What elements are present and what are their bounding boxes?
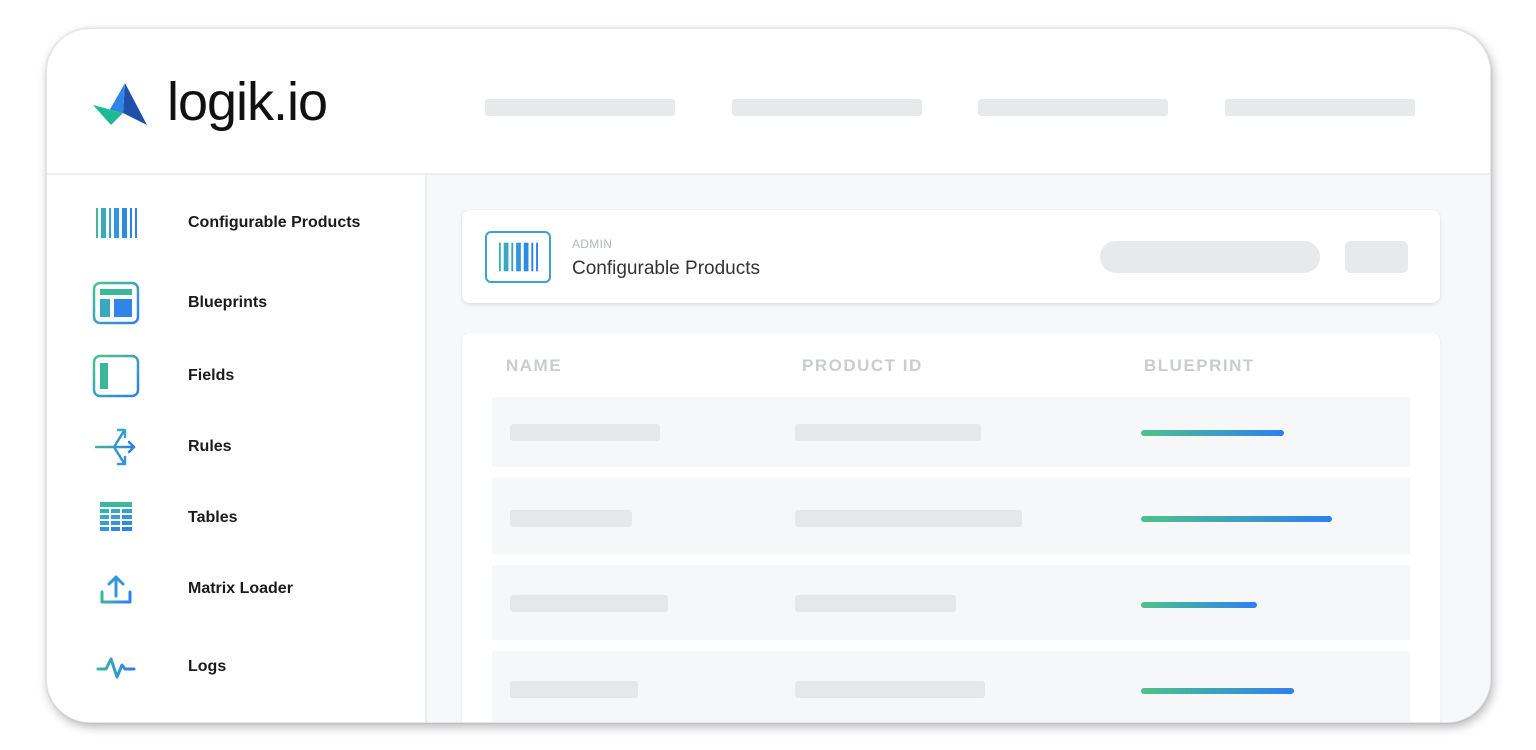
name-cell-placeholder bbox=[510, 595, 668, 612]
blueprint-bar bbox=[1141, 602, 1257, 608]
table-grid-icon bbox=[91, 494, 141, 542]
pulse-icon bbox=[91, 643, 141, 691]
blueprint-bar bbox=[1141, 516, 1332, 522]
sidebar-item-label: Tables bbox=[188, 509, 238, 526]
top-header: logik.io bbox=[47, 29, 1490, 175]
logo[interactable]: logik.io bbox=[91, 75, 328, 129]
sidebar-item-configurable-products[interactable]: Configurable Products bbox=[47, 199, 425, 247]
logo-text: logik.io bbox=[167, 72, 328, 132]
sidebar-item-label: Blueprints bbox=[188, 294, 268, 311]
product-id-cell-placeholder bbox=[795, 681, 985, 698]
nav-placeholder-3[interactable] bbox=[978, 99, 1168, 116]
sidebar-item-blueprints[interactable]: Blueprints bbox=[47, 279, 425, 327]
sidebar-item-label: Fields bbox=[188, 367, 235, 384]
product-id-cell-placeholder bbox=[795, 510, 1022, 527]
table-row[interactable] bbox=[492, 565, 1410, 640]
sidebar-item-fields[interactable]: Fields bbox=[47, 352, 425, 400]
name-cell-placeholder bbox=[510, 681, 638, 698]
page-header-card: ADMIN Configurable Products bbox=[462, 210, 1440, 303]
action-button-placeholder[interactable] bbox=[1345, 241, 1408, 273]
sidebar-item-matrix-loader[interactable]: Matrix Loader bbox=[47, 565, 425, 613]
nav-placeholder-4[interactable] bbox=[1225, 99, 1415, 116]
product-id-cell-placeholder bbox=[795, 595, 956, 612]
logik-logo-icon bbox=[93, 83, 147, 125]
column-header-product-id[interactable]: PRODUCT ID bbox=[802, 356, 923, 376]
sidebar: Configurable Products Blueprints Fields … bbox=[47, 175, 427, 722]
sidebar-item-logs[interactable]: Logs bbox=[47, 643, 425, 691]
upload-icon bbox=[91, 565, 141, 613]
name-cell-placeholder bbox=[510, 510, 632, 527]
sidebar-item-label: Matrix Loader bbox=[188, 580, 293, 597]
products-table: NAME PRODUCT ID BLUEPRINT bbox=[462, 333, 1440, 722]
sidebar-item-rules[interactable]: Rules bbox=[47, 423, 425, 471]
sidebar-item-label: Logs bbox=[188, 658, 227, 675]
sidebar-item-tables[interactable]: Tables bbox=[47, 494, 425, 542]
sidebar-item-label: Rules bbox=[188, 438, 232, 455]
app-window: logik.io Configurable Products Blueprint… bbox=[46, 28, 1491, 723]
section-label: ADMIN bbox=[572, 237, 613, 251]
column-header-name[interactable]: NAME bbox=[506, 356, 562, 376]
rules-branch-icon bbox=[91, 423, 141, 471]
field-panel-icon bbox=[91, 352, 141, 400]
barcode-icon bbox=[91, 199, 141, 247]
nav-placeholder-1[interactable] bbox=[485, 99, 675, 116]
blueprint-layout-icon bbox=[91, 279, 141, 327]
table-row[interactable] bbox=[492, 397, 1410, 467]
barcode-icon bbox=[485, 231, 551, 283]
sidebar-item-label: Configurable Products bbox=[188, 214, 361, 231]
blueprint-bar bbox=[1141, 688, 1294, 694]
name-cell-placeholder bbox=[510, 424, 660, 441]
page-title: Configurable Products bbox=[572, 258, 760, 279]
product-id-cell-placeholder bbox=[795, 424, 981, 441]
column-header-blueprint[interactable]: BLUEPRINT bbox=[1144, 356, 1255, 376]
table-row[interactable] bbox=[492, 478, 1410, 554]
table-row[interactable] bbox=[492, 651, 1410, 722]
nav-placeholder-2[interactable] bbox=[732, 99, 922, 116]
blueprint-bar bbox=[1141, 430, 1284, 436]
search-placeholder[interactable] bbox=[1100, 241, 1320, 273]
main-content: ADMIN Configurable Products NAME PRODUCT… bbox=[427, 175, 1490, 722]
